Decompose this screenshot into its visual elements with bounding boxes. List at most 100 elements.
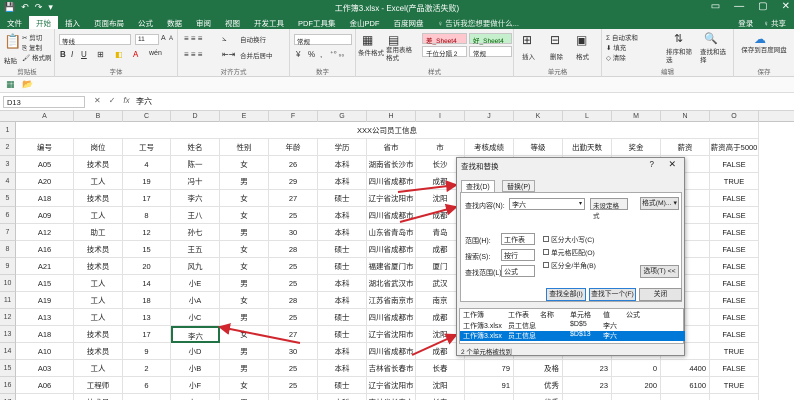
grid-icon[interactable]: ▦	[6, 79, 15, 90]
column-header-m[interactable]: M	[612, 111, 661, 122]
decimal-icon[interactable]: ⁺⁰ ₀₀	[330, 50, 344, 58]
table-cell[interactable]: 23	[563, 377, 612, 394]
conditional-format-button[interactable]: 条件格式	[358, 47, 384, 57]
table-cell[interactable]: A08	[16, 394, 74, 400]
header-cell[interactable]: 工号	[123, 139, 171, 156]
row-header[interactable]: 2	[0, 139, 16, 156]
table-cell[interactable]: 工人	[74, 309, 123, 326]
header-cell[interactable]: 岗位	[74, 139, 123, 156]
sort-filter-button[interactable]: 排序和筛选	[666, 49, 696, 65]
options-button[interactable]: 选项(T) <<	[640, 265, 679, 278]
table-cell[interactable]: 四川省成都市	[367, 207, 416, 224]
insert-cells-icon[interactable]: ⊞	[522, 33, 532, 47]
column-header-i[interactable]: I	[416, 111, 465, 122]
tell-me-search[interactable]: ♀ 告诉我您想要做什么...	[431, 16, 526, 29]
close-button[interactable]: 关闭	[639, 288, 682, 301]
column-header-k[interactable]: K	[514, 111, 563, 122]
style-normal[interactable]: 常规	[469, 46, 512, 58]
table-cell[interactable]: 27	[269, 190, 318, 207]
col-cell[interactable]: 单元格	[570, 310, 591, 320]
col-value[interactable]: 值	[603, 310, 610, 320]
login-link[interactable]: 登录	[738, 18, 753, 28]
table-cell[interactable]: 小A	[171, 292, 220, 309]
table-cell[interactable]: 25	[269, 258, 318, 275]
fill-color-icon[interactable]: ◧	[115, 50, 123, 59]
table-cell[interactable]: 硕士	[318, 326, 367, 343]
table-cell[interactable]: 21	[563, 394, 612, 400]
table-cell[interactable]: 17	[123, 326, 171, 343]
header-cell[interactable]: 姓名	[171, 139, 220, 156]
table-cell[interactable]: 7	[123, 394, 171, 400]
table-cell[interactable]: 优秀	[514, 377, 563, 394]
save-to-netdisk-button[interactable]: 保存到百度网盘	[738, 47, 790, 55]
table-cell[interactable]: A13	[16, 309, 74, 326]
table-cell[interactable]: TRUE	[710, 173, 759, 190]
underline-button[interactable]: U	[81, 50, 87, 59]
style-bad[interactable]: 差_Sheet4	[422, 33, 467, 45]
column-header-j[interactable]: J	[465, 111, 514, 122]
tab-file[interactable]: 文件	[0, 16, 29, 29]
table-cell[interactable]: FALSE	[710, 292, 759, 309]
table-cell[interactable]: 本科	[318, 207, 367, 224]
table-cell[interactable]: 男	[220, 394, 269, 400]
italic-button[interactable]: I	[71, 50, 73, 59]
top-align-icon[interactable]: ≡ ≡ ≡	[184, 34, 202, 43]
table-cell[interactable]: 20	[123, 258, 171, 275]
table-cell[interactable]: A15	[16, 275, 74, 292]
tab-home[interactable]: 开始	[29, 16, 58, 29]
table-cell[interactable]: A18	[16, 190, 74, 207]
table-cell[interactable]: 硕士	[318, 241, 367, 258]
table-cell[interactable]: 江苏省南京市	[367, 292, 416, 309]
table-cell[interactable]: 18	[123, 292, 171, 309]
table-cell[interactable]: 四川省成都市	[367, 309, 416, 326]
header-cell[interactable]: 省市	[367, 139, 416, 156]
table-cell[interactable]: TRUE	[710, 343, 759, 360]
table-cell[interactable]: 8	[123, 207, 171, 224]
table-cell[interactable]: 25	[269, 207, 318, 224]
table-cell[interactable]: 女	[220, 241, 269, 258]
table-cell[interactable]: A05	[16, 156, 74, 173]
maximize-icon[interactable]: ▢	[758, 1, 767, 12]
left-align-icon[interactable]: ≡ ≡ ≡	[184, 50, 202, 59]
table-cell[interactable]: 30	[269, 343, 318, 360]
currency-icon[interactable]: ¥	[296, 50, 300, 59]
table-cell[interactable]: 辽宁省沈阳市	[367, 377, 416, 394]
formula-input[interactable]: 李六	[136, 96, 152, 107]
delete-cells-icon[interactable]: ⊟	[550, 33, 560, 47]
table-cell[interactable]: 工人	[74, 360, 123, 377]
header-cell[interactable]: 考核成绩	[465, 139, 514, 156]
tab-formulas[interactable]: 公式	[131, 16, 160, 29]
table-cell[interactable]: 工人	[74, 292, 123, 309]
table-cell[interactable]: FALSE	[710, 360, 759, 377]
table-cell[interactable]: 6	[123, 377, 171, 394]
table-cell[interactable]: 技术员	[74, 343, 123, 360]
table-cell[interactable]: 王八	[171, 207, 220, 224]
col-formula[interactable]: 公式	[626, 310, 640, 320]
row-header[interactable]: 12	[0, 309, 16, 326]
table-cell[interactable]: FALSE	[710, 190, 759, 207]
table-cell[interactable]: 技术员	[74, 190, 123, 207]
table-cell[interactable]: 本科	[318, 275, 367, 292]
table-cell[interactable]: 17	[123, 190, 171, 207]
table-cell[interactable]: 本科	[318, 360, 367, 377]
table-cell[interactable]: 本科	[318, 156, 367, 173]
table-cell[interactable]: 14	[123, 275, 171, 292]
style-good[interactable]: 好_Sheet4	[469, 33, 512, 45]
table-cell[interactable]: 优秀	[514, 394, 563, 400]
column-header-o[interactable]: O	[710, 111, 759, 122]
column-header-l[interactable]: L	[563, 111, 612, 122]
column-header-c[interactable]: C	[123, 111, 171, 122]
table-cell[interactable]: 技术员	[74, 394, 123, 400]
minimize-icon[interactable]: —	[734, 1, 744, 12]
table-cell[interactable]: FALSE	[710, 275, 759, 292]
table-cell[interactable]: 辽宁省沈阳市	[367, 190, 416, 207]
paste-button[interactable]: 粘贴	[4, 55, 17, 65]
table-cell[interactable]: 9	[123, 343, 171, 360]
row-header[interactable]: 11	[0, 292, 16, 309]
table-cell[interactable]: 本科	[318, 224, 367, 241]
tab-insert[interactable]: 插入	[58, 16, 87, 29]
header-cell[interactable]: 市	[416, 139, 465, 156]
table-cell[interactable]: 200	[612, 377, 661, 394]
table-cell[interactable]: 男	[220, 343, 269, 360]
column-header-f[interactable]: F	[269, 111, 318, 122]
